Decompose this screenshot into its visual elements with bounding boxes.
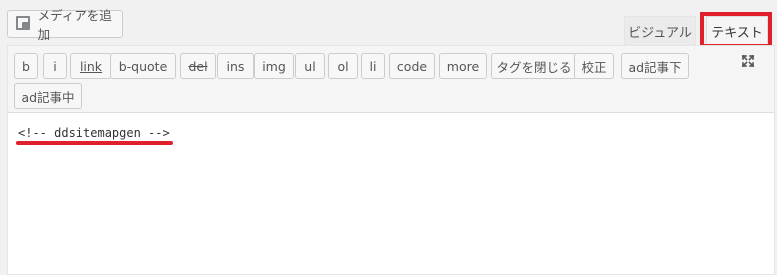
img-button[interactable]: img	[254, 53, 294, 79]
quicktags-toolbar: b i link b-quote del ins img ul ol li co…	[8, 46, 774, 113]
tab-visual[interactable]: ビジュアル	[624, 16, 696, 46]
proofread-button[interactable]: 校正	[574, 53, 614, 79]
ul-button[interactable]: ul	[295, 53, 325, 79]
blockquote-button[interactable]: b-quote	[110, 53, 176, 79]
ad-bottom-button[interactable]: ad記事下	[621, 53, 689, 79]
del-button[interactable]: del	[180, 53, 216, 79]
code-button[interactable]: code	[389, 53, 435, 79]
add-media-button[interactable]: メディアを追加	[7, 8, 123, 42]
link-button[interactable]: link	[70, 53, 112, 79]
ins-button[interactable]: ins	[217, 53, 254, 79]
editor-textarea[interactable]: <!-- ddsitemapgen -->	[18, 126, 170, 140]
italic-button[interactable]: i	[43, 53, 67, 79]
fullscreen-icon[interactable]	[741, 54, 755, 68]
editor-container: b i link b-quote del ins img ul ol li co…	[7, 45, 775, 275]
add-media-icon	[16, 16, 32, 32]
add-media-label: メディアを追加	[37, 8, 112, 42]
bold-button[interactable]: b	[14, 53, 38, 79]
ol-button[interactable]: ol	[328, 53, 358, 79]
more-button[interactable]: more	[439, 53, 487, 79]
highlight-annotation	[700, 12, 772, 48]
ad-middle-button[interactable]: ad記事中	[14, 83, 82, 109]
li-button[interactable]: li	[361, 53, 385, 79]
underline-annotation	[16, 141, 173, 145]
close-tags-button[interactable]: タグを閉じる	[491, 53, 577, 79]
